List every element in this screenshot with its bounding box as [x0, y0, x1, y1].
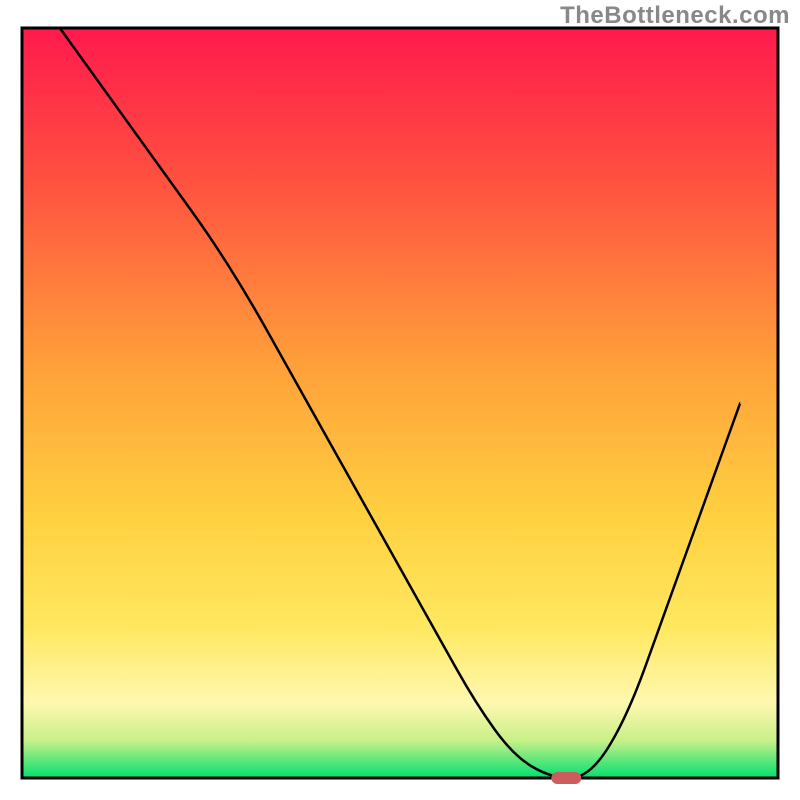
min-marker [551, 772, 581, 784]
chart-root: TheBottleneck.com [0, 0, 800, 800]
plot-background [22, 28, 778, 778]
bottleneck-chart [0, 0, 800, 800]
